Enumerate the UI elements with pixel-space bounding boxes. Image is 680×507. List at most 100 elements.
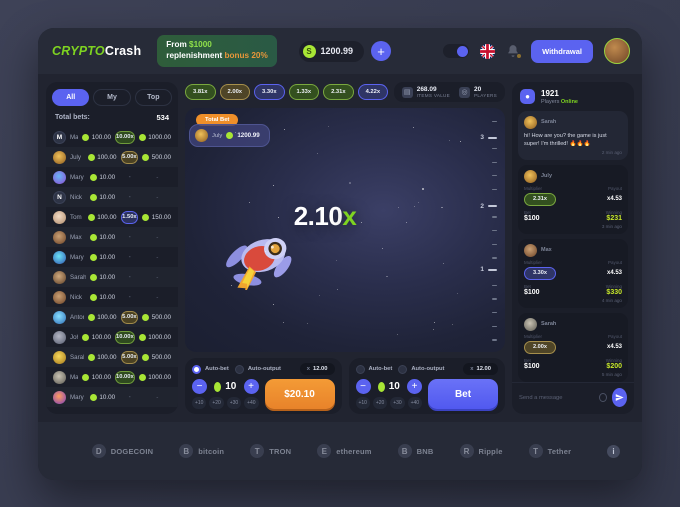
crypto-item-ripple[interactable]: R Ripple [460,444,503,458]
avatar [53,171,66,184]
crypto-name: BNB [417,447,434,456]
withdraw-button[interactable]: Withdrawal [531,40,593,63]
bell-icon[interactable] [506,44,520,59]
table-row[interactable]: Mary 10.00 - - [46,387,178,407]
emoji-icon[interactable] [599,393,607,402]
table-row[interactable]: Antony100.005.00x500.00 [46,307,178,327]
player-bet-value: 1200.99 [237,132,259,139]
right-auto-output-value[interactable]: x 12.00 [463,363,498,375]
star-icon [386,276,388,278]
app-logo[interactable]: CRYPTOCrash [52,44,141,58]
right-auto-output-toggle[interactable]: Auto-output [398,365,444,374]
crypto-item-tron[interactable]: T TRON [250,444,291,458]
left-quick-add-20[interactable]: +20 [209,397,223,409]
table-row[interactable]: Sarah 10.00 - - [46,267,178,287]
balance-display[interactable]: S 1200.99 [299,41,365,62]
chat-input[interactable] [519,395,594,401]
right-increment-button[interactable]: + [407,379,422,394]
left-increment-button[interactable]: + [244,379,259,394]
crypto-item-ethereum[interactable]: Eethereum [317,444,371,458]
table-row[interactable]: N Nick 10.00 - - [46,187,178,207]
card-values-row-1: 2.00x x4.53 [524,341,622,354]
total-bets-value: 534 [156,113,169,122]
bet-amount: 10.00 [90,194,116,201]
table-row[interactable]: M Mark100.00 10.00x1000.00 [46,127,178,147]
star-icon [284,129,285,130]
bets-tab-all[interactable]: All [52,89,89,106]
quick-add-row: +10 +20 +30 +40 [192,397,259,409]
history-chip[interactable]: 2.00x [220,84,251,100]
avatar [53,391,66,404]
coin-icon [90,194,97,201]
card-labels-row-1: Multiplier Payout [524,186,622,191]
chat-icon: ● [520,89,535,104]
history-chip[interactable]: 4.22x [358,84,389,100]
crypto-item-bitcoin[interactable]: Bbitcoin [179,444,224,458]
bet-winning: - [144,234,172,241]
table-row[interactable]: Mary 10.00 - - [46,247,178,267]
chat-messages[interactable]: Sarah hi! How are you? the game is just s… [512,111,634,382]
right-quick-add-10[interactable]: +10 [356,397,370,409]
left-quick-add-30[interactable]: +30 [227,397,241,409]
table-row[interactable]: Max 10.00 - - [46,227,178,247]
coin-icon [90,174,97,181]
table-row[interactable]: July 100.00 5.00x 500.00 [46,147,178,167]
list-item[interactable]: Sarah Multiplier Payout 2.00x x4.53 Bet Winnin… [518,313,628,382]
table-row[interactable]: Max100.00 10.00x1000.00 [46,367,178,387]
crypto-item-bnb[interactable]: B BNB [398,444,434,458]
history-chip[interactable]: 3.30x [254,84,285,100]
axis-tick-line [492,175,497,176]
bet-amount: 10.00 [90,274,116,281]
axis-tick-line [492,148,497,149]
table-row[interactable]: Tom 100.00 1.50x 150.00 [46,207,178,227]
right-quick-add-30[interactable]: +30 [390,397,404,409]
bets-tab-my[interactable]: My [93,89,130,106]
list-item[interactable]: Sarah hi! How are you? the game is just s… [518,111,628,160]
left-decrement-button[interactable]: − [192,379,207,394]
right-quick-add-20[interactable]: +20 [373,397,387,409]
add-funds-button[interactable]: + [371,41,391,61]
left-quick-add-10[interactable]: +10 [192,397,206,409]
right-auto-bet-toggle[interactable]: Auto-bet [356,365,393,374]
list-item[interactable]: July Multiplier Payout 2.31x x4.53 Bet Winning… [518,165,628,234]
cashout-button[interactable]: $20.10 [265,379,335,409]
bet-amount-value: 10 [225,381,236,392]
left-auto-bet-toggle[interactable]: Auto-bet [192,365,229,374]
uk-flag-icon[interactable] [480,44,495,59]
crypto-item-tether[interactable]: T Tether [529,444,572,458]
history-chip[interactable]: 3.81x [185,84,216,100]
card-header: Sarah [524,318,622,331]
right-quick-add-40[interactable]: +40 [408,397,422,409]
list-item[interactable]: Max Multiplier Payout 3.30x x4.53 Bet Winning $… [518,239,628,308]
history-chip[interactable]: 1.33x [289,84,320,100]
table-row[interactable]: Sarah100.005.00x500.00 [46,347,178,367]
send-icon[interactable] [612,388,627,407]
star-icon [397,334,398,335]
header-actions: Withdrawal [443,38,630,64]
bet-player-name: Mary [70,394,86,401]
history-chips: 3.81x 2.00x 3.30x 1.33x 2.31x 4.22x [185,84,388,100]
card-values-row-2: $100 $231 [524,215,622,222]
table-row[interactable]: Nick 10.00 - - [46,287,178,307]
left-quick-add-40[interactable]: +40 [244,397,258,409]
table-row[interactable]: John 100.00 10.00x1000.00 [46,327,178,347]
right-decrement-button[interactable]: − [356,379,371,394]
stat-text: 268.09 ITEMS VALUE [417,86,450,98]
history-chip[interactable]: 2.31x [323,84,354,100]
table-row[interactable]: Mary 10.00 - - [46,167,178,187]
left-auto-output-value[interactable]: x 12.00 [300,363,335,375]
avatar[interactable] [604,38,630,64]
game-canvas[interactable]: Total Bet July 1200.99 2.10x 3 2 1 [185,108,505,352]
bets-tab-top[interactable]: Top [135,89,172,106]
left-auto-output-toggle[interactable]: Auto-output [235,365,281,374]
promo-banner[interactable]: From $1000 replenishment bonus 20% [157,35,276,67]
stat-value: 268.09 [417,86,450,93]
coin-icon [82,134,89,141]
info-icon[interactable]: i [607,445,620,458]
bet-button[interactable]: Bet [428,379,498,409]
crypto-item-dogecoin[interactable]: D DOGECOIN [92,444,153,458]
bets-list[interactable]: MMark100.0010.00x1000.00July100.005.00x5… [46,127,178,414]
star-icon [361,222,362,223]
axis-tick-line [492,339,497,340]
moon-icon[interactable] [443,44,469,58]
